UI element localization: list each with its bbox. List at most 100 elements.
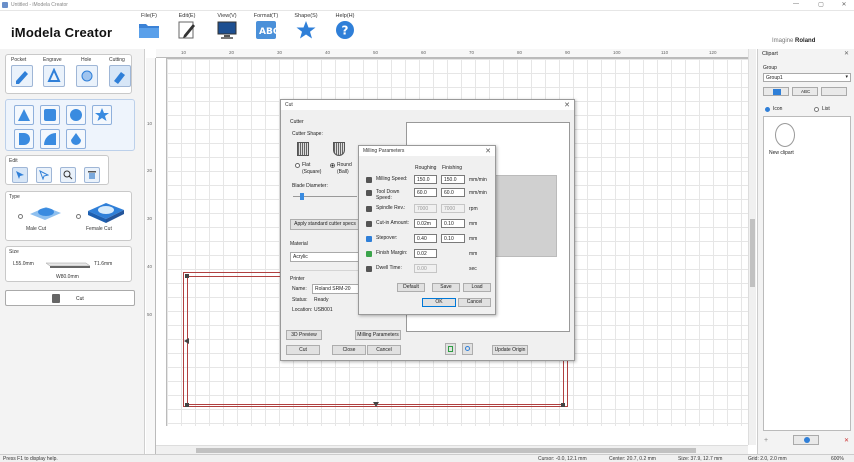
menu-shape[interactable]: Shape(S) xyxy=(291,13,321,40)
tool-panel: Pocket Engrave Hole Cutting Edit Type Ma… xyxy=(0,49,145,454)
node-tool-button[interactable] xyxy=(36,167,52,183)
ellipse-shape-button[interactable] xyxy=(40,129,60,149)
ruler-left-1: 20 xyxy=(147,168,153,173)
mode-pocket-button[interactable] xyxy=(11,65,33,87)
milling-row-unit: mm/min xyxy=(469,190,487,196)
finishing-input[interactable]: 60.0 xyxy=(441,188,465,197)
menu-file[interactable]: File(F) xyxy=(134,13,164,40)
update-origin-button[interactable]: Update Origin xyxy=(492,345,528,355)
cut-main-button[interactable]: Cut xyxy=(5,290,135,306)
female-cut-radio[interactable] xyxy=(76,214,81,219)
roughing-input[interactable]: 0.02 xyxy=(414,249,437,258)
view-list-radio[interactable] xyxy=(814,107,819,112)
menu-edit[interactable]: Edit(E) xyxy=(172,13,202,40)
zoom-tool-button[interactable] xyxy=(60,167,76,183)
flat-radio[interactable] xyxy=(295,163,300,168)
milling-dialog-close-icon[interactable]: ✕ xyxy=(485,147,491,155)
circle-shape-button[interactable] xyxy=(66,105,86,125)
new-clipart-thumb xyxy=(775,123,795,147)
finishing-input[interactable]: 0.10 xyxy=(441,219,465,228)
finishing-input[interactable]: 0.10 xyxy=(441,234,465,243)
app-small-icon xyxy=(2,2,8,8)
vertical-scroll-thumb[interactable] xyxy=(750,219,755,287)
selection-handle-lm[interactable] xyxy=(184,338,189,344)
mode-cutting-button[interactable] xyxy=(109,65,131,87)
apply-cutter-specs-button[interactable]: Apply standard cutter specs xyxy=(290,219,360,230)
ruler-top-11: 120 xyxy=(709,50,717,55)
vertical-scrollbar[interactable] xyxy=(748,49,756,445)
import-clipart-button[interactable] xyxy=(763,87,789,96)
milling-row-unit: mm xyxy=(469,221,478,227)
printer-status-label: Status: xyxy=(292,297,308,303)
finishing-input[interactable]: 150.0 xyxy=(441,175,465,184)
blade-diameter-thumb[interactable] xyxy=(300,193,304,200)
cut-dialog-close-icon[interactable]: ✕ xyxy=(564,101,570,109)
menu-view[interactable]: View(V) xyxy=(212,13,242,40)
rounded-shape-button[interactable] xyxy=(14,129,34,149)
milling-row-label: Cut-in Amount: xyxy=(376,220,410,226)
roughing-input[interactable]: 0.02m xyxy=(414,219,437,228)
abc-clipart-button[interactable]: ABC xyxy=(792,87,818,96)
printer-name-field[interactable]: Roland SRM-20 xyxy=(312,284,364,294)
male-cut-radio[interactable] xyxy=(18,214,23,219)
clipart-title: Clipart xyxy=(762,51,778,57)
milling-row-unit: sec xyxy=(469,266,477,272)
horizontal-scrollbar[interactable] xyxy=(156,445,748,454)
selection-handle-bm[interactable] xyxy=(373,402,379,407)
clipart-refresh-button[interactable] xyxy=(793,435,819,445)
selection-handle-bl[interactable] xyxy=(185,403,189,407)
milling-parameters-button[interactable]: Milling Parameters xyxy=(355,330,401,340)
clipart-extra-button[interactable] xyxy=(821,87,847,96)
text-format-icon: ABC xyxy=(255,20,277,40)
3d-preview-button[interactable]: 3D Preview xyxy=(286,330,322,340)
select-tool-button[interactable] xyxy=(12,167,28,183)
maximize-button[interactable]: ▢ xyxy=(815,1,827,8)
material-select[interactable]: Acrylic xyxy=(290,252,362,262)
status-grid: Grid: 2.0, 2.0 mm xyxy=(748,456,787,462)
clipart-group-select[interactable]: Group1 ▾ xyxy=(763,73,851,82)
roughing-header: Roughing xyxy=(415,165,437,171)
size-label: Size xyxy=(9,249,19,255)
menu-help[interactable]: Help(H) ? xyxy=(330,13,360,40)
fit-view-button[interactable] xyxy=(445,343,456,355)
cut-dialog-cut-button[interactable]: Cut xyxy=(286,345,320,355)
menu-format[interactable]: Format(T) ABC xyxy=(251,13,281,40)
mode-cutting-label: Cutting xyxy=(109,57,125,63)
clipart-add-icon[interactable]: + xyxy=(764,437,774,445)
view-icon-radio[interactable] xyxy=(765,107,770,112)
milling-row-label: Dwell Time: xyxy=(376,265,402,271)
cut-dialog-cancel-button[interactable]: Cancel xyxy=(367,345,401,355)
drop-shape-button[interactable] xyxy=(66,129,86,149)
square-shape-button[interactable] xyxy=(40,105,60,125)
cut-dialog-close-button[interactable]: Close xyxy=(332,345,366,355)
ruler-top-8: 90 xyxy=(565,50,571,55)
roughing-input[interactable]: 60.0 xyxy=(414,188,437,197)
menu-view-label: View(V) xyxy=(217,13,237,19)
milling-save-button[interactable]: Save xyxy=(432,283,460,292)
new-clipart-item[interactable] xyxy=(770,123,800,153)
milling-default-button[interactable]: Default xyxy=(397,283,425,292)
roughing-input[interactable]: 150.0 xyxy=(414,175,437,184)
roughing-input[interactable]: 0.40 xyxy=(414,234,437,243)
horizontal-scroll-thumb[interactable] xyxy=(196,448,696,453)
milling-cancel-button[interactable]: Cancel xyxy=(458,298,491,307)
mode-hole-button[interactable] xyxy=(76,65,98,87)
milling-ok-button[interactable]: OK xyxy=(422,298,456,307)
selection-handle-tl[interactable] xyxy=(185,274,189,278)
ellipse-icon xyxy=(44,133,56,145)
close-window-button[interactable]: ✕ xyxy=(838,1,850,8)
delete-tool-button[interactable] xyxy=(84,167,100,183)
selection-handle-br[interactable] xyxy=(561,403,565,407)
round-label: Round (Ball) xyxy=(337,162,352,175)
mode-engrave-button[interactable] xyxy=(43,65,65,87)
preview-zoom-button[interactable] xyxy=(462,343,473,355)
text-shape-button[interactable] xyxy=(14,105,34,125)
clipart-delete-icon[interactable]: ✕ xyxy=(844,437,849,444)
chevron-down-icon: ▾ xyxy=(845,74,848,80)
cut-main-label: Cut xyxy=(76,296,84,302)
milling-load-button[interactable]: Load xyxy=(463,283,491,292)
round-radio[interactable] xyxy=(330,163,335,168)
star-shape-button[interactable] xyxy=(92,105,112,125)
clipart-close-icon[interactable]: ✕ xyxy=(844,50,849,57)
minimize-button[interactable]: — xyxy=(790,1,802,7)
